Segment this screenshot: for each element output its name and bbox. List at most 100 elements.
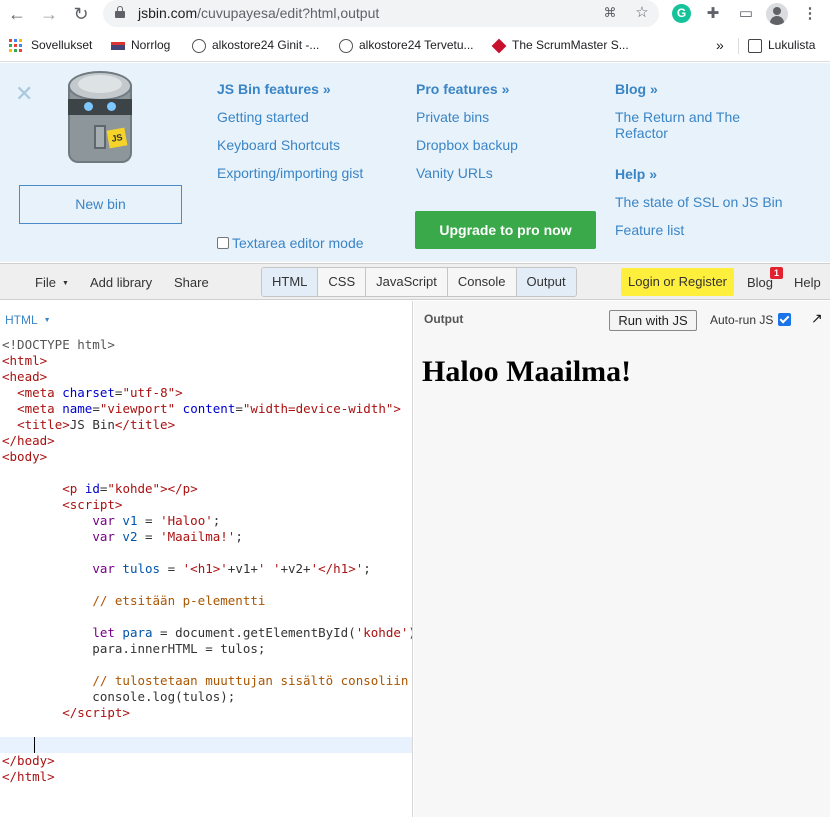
editor-language-label: HTML xyxy=(5,313,38,327)
code-line: var tulos = '<h1>'+v1+' '+v2+'</h1>'; xyxy=(92,561,371,576)
code-line: var v1 = 'Haloo'; xyxy=(92,513,221,528)
share-button[interactable]: Share xyxy=(174,275,209,290)
bookmark-apps[interactable]: Sovellukset xyxy=(9,37,92,53)
editor-language-selector[interactable]: HTML ▼ xyxy=(5,313,51,327)
code-line: </body> xyxy=(2,753,55,768)
url-text[interactable]: jsbin.com/cuvupayesa/edit?html,output xyxy=(138,5,379,21)
link-exporting-gist[interactable]: Exporting/importing gist xyxy=(217,165,363,181)
chevron-down-icon: ▼ xyxy=(61,280,69,287)
translate-icon[interactable]: ⌘ xyxy=(600,3,620,23)
browser-toolbar: ← → ↻ jsbin.com/cuvupayesa/edit?html,out… xyxy=(0,0,830,28)
help-panel: ✕ JS New bin JS Bin features » Getting s… xyxy=(0,63,830,262)
bookmark-label: Norrlog xyxy=(131,38,171,52)
bookmark-alkostore-tervetu[interactable]: alkostore24 Tervetu... xyxy=(339,37,474,53)
code-content[interactable]: <!DOCTYPE html> <html> <head> <meta charse… xyxy=(2,337,412,785)
profile-avatar-icon[interactable] xyxy=(766,3,788,25)
login-register-button[interactable]: Login or Register xyxy=(621,268,734,296)
code-line: </html> xyxy=(2,769,55,784)
link-getting-started[interactable]: Getting started xyxy=(217,109,309,125)
code-line: var v2 = 'Maailma!'; xyxy=(92,529,243,544)
reload-icon[interactable]: ↻ xyxy=(70,3,92,25)
output-pane: Output Run with JS Auto-run JS ↗ Haloo M… xyxy=(414,301,830,817)
textarea-mode-checkbox[interactable] xyxy=(217,237,229,249)
link-ssl-state[interactable]: The state of SSL on JS Bin xyxy=(615,194,783,210)
grammarly-icon[interactable]: G xyxy=(672,4,691,23)
file-menu[interactable]: File ▼ xyxy=(35,275,69,290)
bookmark-label: The ScrumMaster S... xyxy=(512,38,629,52)
bookmark-label: alkostore24 Ginit -... xyxy=(212,38,320,52)
autorun-label: Auto-run JS xyxy=(710,313,774,327)
link-blog-post-line1[interactable]: The Return and The xyxy=(615,109,740,125)
code-line: <p id="kohde"></p> xyxy=(62,481,198,496)
help-link[interactable]: Help xyxy=(794,275,821,290)
bookmark-label: alkostore24 Tervetu... xyxy=(359,38,474,52)
bookmark-star-icon[interactable]: ☆ xyxy=(632,3,652,23)
popout-arrow-icon[interactable]: ↗ xyxy=(811,310,823,327)
code-line: <meta name="viewport" content="width=dev… xyxy=(17,401,401,416)
autorun-toggle[interactable]: Auto-run JS xyxy=(710,313,792,327)
code-line: <script> xyxy=(62,497,123,512)
code-line: <title>JS Bin</title> xyxy=(17,417,176,432)
upgrade-button[interactable]: Upgrade to pro now xyxy=(415,211,596,249)
link-keyboard-shortcuts[interactable]: Keyboard Shortcuts xyxy=(217,137,340,153)
lock-icon xyxy=(115,6,125,18)
code-line: para.innerHTML = tulos; xyxy=(2,641,266,656)
code-line: <body> xyxy=(2,449,48,464)
help-heading[interactable]: Help » xyxy=(615,166,657,182)
back-arrow-icon[interactable]: ← xyxy=(6,3,28,25)
bookmarks-bar: Sovellukset Norrlog alkostore24 Ginit -.… xyxy=(0,29,830,62)
link-blog-post-line2[interactable]: Refactor xyxy=(615,125,668,141)
reading-list-label: Lukulista xyxy=(768,38,816,52)
code-line: </script> xyxy=(62,705,130,720)
link-feature-list[interactable]: Feature list xyxy=(615,222,684,238)
bookmark-label: Sovellukset xyxy=(31,38,93,52)
run-with-js-button[interactable]: Run with JS xyxy=(609,310,697,331)
scrummaster-favicon-icon xyxy=(491,38,507,54)
more-bookmarks-icon[interactable]: » xyxy=(716,37,724,53)
reading-list-icon xyxy=(748,38,762,53)
bookmark-norrlog[interactable]: Norrlog xyxy=(111,37,170,53)
code-line: // tulostetaan muuttujan sisältö consoli… xyxy=(92,673,409,688)
forward-arrow-icon[interactable]: → xyxy=(38,3,60,25)
new-bin-button[interactable]: New bin xyxy=(19,185,182,224)
code-line: <head> xyxy=(2,369,48,384)
output-label: Output xyxy=(424,312,464,326)
address-bar[interactable]: jsbin.com/cuvupayesa/edit?html,output ⌘ … xyxy=(103,0,659,27)
code-line: <!DOCTYPE html> xyxy=(2,337,115,352)
code-line: <html> xyxy=(2,353,48,368)
autorun-checkbox[interactable] xyxy=(778,313,792,326)
chrome-menu-icon[interactable]: ⋮ xyxy=(800,4,820,24)
textarea-mode-label: Textarea editor mode xyxy=(232,235,364,251)
reading-list[interactable]: Lukulista xyxy=(748,37,815,53)
blog-heading[interactable]: Blog » xyxy=(615,81,658,97)
bookmark-scrummaster[interactable]: The ScrumMaster S... xyxy=(491,37,629,54)
tab-output[interactable]: Output xyxy=(516,268,576,296)
url-path: /cuvupayesa/edit?html,output xyxy=(197,5,380,21)
close-icon[interactable]: ✕ xyxy=(15,83,33,105)
tab-console[interactable]: Console xyxy=(448,268,517,296)
output-heading: Haloo Maailma! xyxy=(422,355,632,388)
extensions-puzzle-icon[interactable]: ✚ xyxy=(703,4,723,24)
link-vanity-urls[interactable]: Vanity URLs xyxy=(416,165,493,181)
tab-javascript[interactable]: JavaScript xyxy=(366,268,448,296)
notification-badge: 1 xyxy=(770,267,783,279)
pro-heading[interactable]: Pro features » xyxy=(416,81,509,97)
chevron-down-icon: ▼ xyxy=(43,317,51,324)
tab-html[interactable]: HTML xyxy=(262,268,319,296)
add-library-button[interactable]: Add library xyxy=(90,275,152,290)
html-editor[interactable]: HTML ▼ <!DOCTYPE html> <html> <head> <meta … xyxy=(0,301,413,817)
textarea-mode-toggle[interactable]: Textarea editor mode xyxy=(217,235,364,251)
link-dropbox-backup[interactable]: Dropbox backup xyxy=(416,137,518,153)
cast-icon[interactable]: ▭ xyxy=(736,4,756,24)
features-heading[interactable]: JS Bin features » xyxy=(217,81,331,97)
code-line: <meta charset="utf-8"> xyxy=(17,385,183,400)
bookmark-alkostore-ginit[interactable]: alkostore24 Ginit -... xyxy=(192,37,319,53)
link-private-bins[interactable]: Private bins xyxy=(416,109,489,125)
tab-css[interactable]: CSS xyxy=(318,268,367,296)
code-line: </head> xyxy=(2,433,55,448)
file-menu-label: File xyxy=(35,275,56,290)
